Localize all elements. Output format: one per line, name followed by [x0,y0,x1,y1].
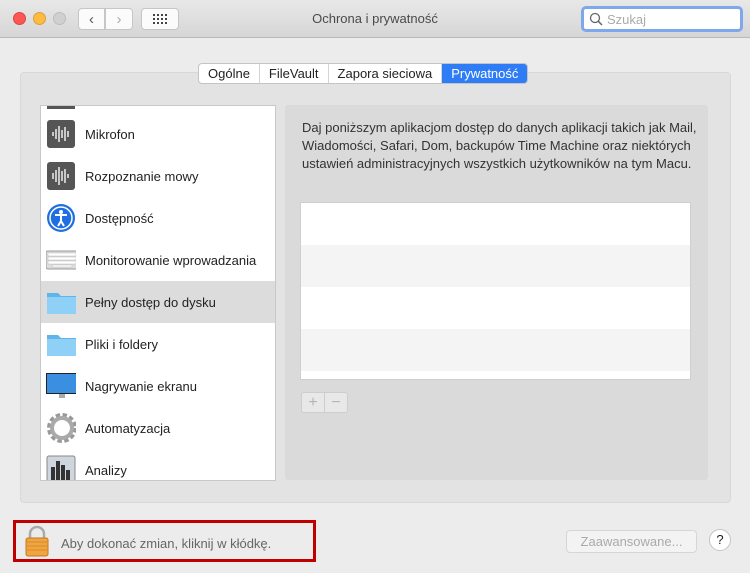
tab-firewall[interactable]: Zapora sieciowa [329,64,443,83]
help-button[interactable]: ? [709,529,731,551]
add-remove-control: + − [301,392,348,413]
list-item-analytics[interactable]: Analizy [41,449,275,480]
list-item-label: Rozpoznanie mowy [85,168,199,184]
partial-row-icon [47,106,75,109]
lock-button[interactable] [24,525,50,560]
table-row [301,245,690,287]
panel-description: Daj poniższym aplikacjom dostęp do danyc… [302,120,697,171]
display-icon [46,371,76,401]
list-item-automation[interactable]: Automatyzacja [41,407,275,449]
table-row [301,287,690,329]
list-item-screen-recording[interactable]: Nagrywanie ekranu [41,365,275,407]
privacy-category-list[interactable]: Mikrofon Rozpoznanie mowy Dostępność Mon… [40,105,276,481]
folder-icon [46,329,76,359]
app-list-table[interactable] [300,202,691,380]
list-item-input-monitoring[interactable]: Monitorowanie wprowadzania [41,239,275,281]
search-icon [589,12,603,26]
list-item-speech-recognition[interactable]: Rozpoznanie mowy [41,155,275,197]
detail-panel: Daj poniższym aplikacjom dostęp do danyc… [285,105,708,480]
lock-message: Aby dokonać zmian, kliknij w kłódkę. [61,536,272,551]
list-item-full-disk-access[interactable]: Pełny dostęp do dysku [41,281,275,323]
tab-privacy[interactable]: Prywatność [442,64,528,83]
title-bar: ‹ › Ochrona i prywatność Szukaj [0,0,750,38]
analytics-icon [46,455,76,480]
list-item-label: Pliki i foldery [85,336,158,352]
list-item-microphone[interactable]: Mikrofon [41,113,275,155]
tab-filevault[interactable]: FileVault [260,64,329,83]
list-item-label: Monitorowanie wprowadzania [85,252,257,268]
folder-icon [46,287,76,317]
search-input[interactable]: Szukaj [581,6,743,32]
list-item-label: Automatyzacja [85,420,171,436]
remove-app-button[interactable]: − [325,393,347,412]
list-item-label: Mikrofon [85,126,135,142]
keyboard-icon [46,245,76,275]
advanced-button[interactable]: Zaawansowane... [566,530,697,553]
list-item-label: Pełny dostęp do dysku [85,294,216,310]
list-item-label: Analizy [85,462,127,478]
list-item-accessibility[interactable]: Dostępność [41,197,275,239]
speech-recognition-icon [46,161,76,191]
search-placeholder: Szukaj [607,11,647,27]
microphone-icon [46,119,76,149]
list-item-files-and-folders[interactable]: Pliki i foldery [41,323,275,365]
gear-icon [46,413,76,443]
tab-bar: Ogólne FileVault Zapora sieciowa Prywatn… [198,63,529,84]
table-row [301,329,690,371]
accessibility-icon [46,203,76,233]
table-row [301,203,690,245]
list-item-label: Dostępność [85,210,154,226]
list-item-label: Nagrywanie ekranu [85,378,198,394]
lock-icon [25,525,49,557]
tab-general[interactable]: Ogólne [199,64,260,83]
add-app-button[interactable]: + [302,393,325,412]
